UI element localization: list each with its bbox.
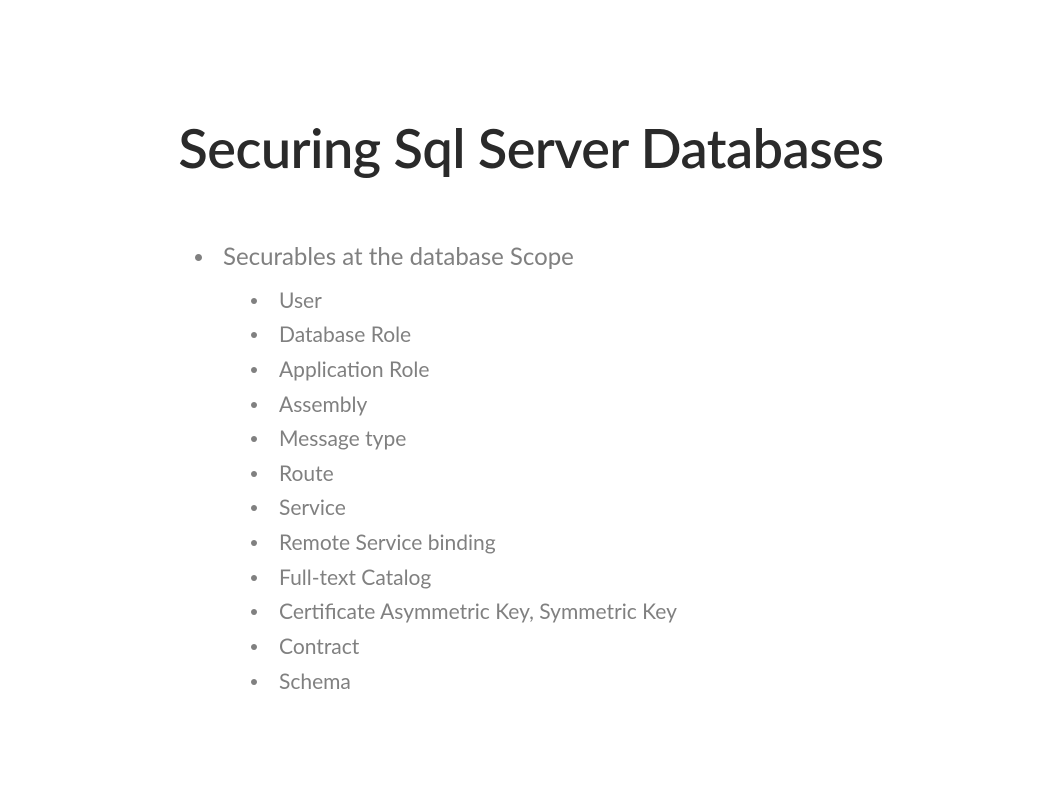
bullet-list-level-1: Securables at the database Scope User Da…	[195, 240, 1062, 699]
list-item: Database Role	[251, 318, 1062, 353]
list-item: Application Role	[251, 353, 1062, 388]
slide-content: Securables at the database Scope User Da…	[0, 240, 1062, 699]
list-item: Route	[251, 457, 1062, 492]
list-item: Schema	[251, 665, 1062, 700]
list-item-label: Securables at the database Scope	[223, 242, 574, 271]
list-item: User	[251, 284, 1062, 319]
list-item: Service	[251, 491, 1062, 526]
list-item: Remote Service binding	[251, 526, 1062, 561]
slide-title: Securing Sql Server Databases	[0, 115, 1062, 180]
list-item: Full-text Catalog	[251, 561, 1062, 596]
list-item: Assembly	[251, 388, 1062, 423]
list-item: Contract	[251, 630, 1062, 665]
list-item: Securables at the database Scope User Da…	[195, 240, 1062, 699]
list-item: Certificate Asymmetric Key, Symmetric Ke…	[251, 595, 1062, 630]
bullet-list-level-2: User Database Role Application Role Asse…	[223, 284, 1062, 700]
list-item: Message type	[251, 422, 1062, 457]
